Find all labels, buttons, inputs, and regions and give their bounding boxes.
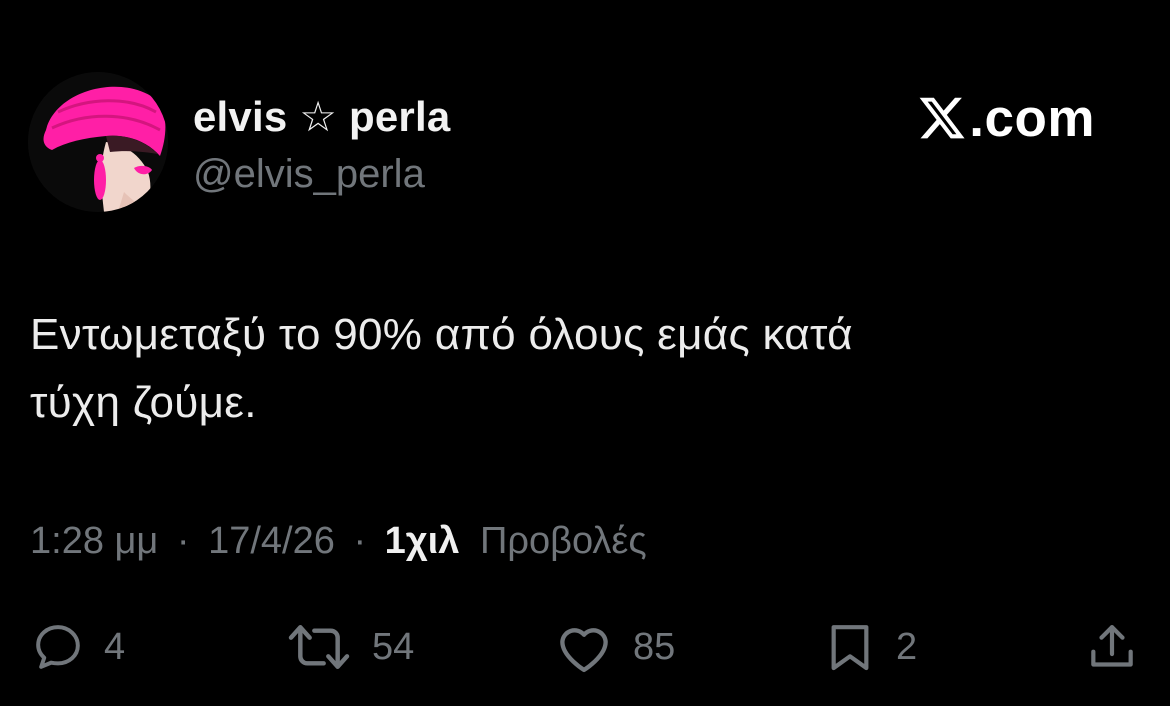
meta-separator: · — [176, 520, 190, 562]
meta-separator: · — [353, 520, 367, 562]
repost-icon — [288, 624, 350, 670]
tweet-text: Εντωμεταξύ το 90% από όλους εμάς κατά τύ… — [30, 301, 1090, 437]
reply-count: 4 — [104, 625, 126, 668]
reply-button[interactable]: 4 — [30, 612, 125, 682]
action-bar: 4 54 85 2 — [0, 612, 1170, 682]
like-count: 85 — [633, 625, 676, 668]
share-button[interactable] — [1084, 612, 1140, 682]
repost-count: 54 — [372, 625, 415, 668]
reply-icon — [36, 625, 80, 669]
views-label: Προβολές — [479, 520, 647, 562]
author-display-name[interactable]: elvis ☆ perla — [193, 92, 450, 141]
share-icon — [1091, 625, 1133, 667]
like-button[interactable]: 85 — [553, 612, 675, 682]
views-count: 1χιλ — [384, 520, 460, 562]
author-handle[interactable]: @elvis_perla — [193, 152, 425, 197]
brand-label: .com — [969, 88, 1095, 148]
repost-button[interactable]: 54 — [284, 612, 414, 682]
bookmark-icon — [831, 625, 869, 671]
brand-mark: .com — [917, 88, 1095, 148]
tweet-date[interactable]: 17/4/26 — [208, 520, 335, 562]
woman-pink-hat-avatar-icon — [28, 72, 168, 212]
tweet-text-line: τύχη ζούμε. — [30, 378, 257, 427]
tweet-time[interactable]: 1:28 μμ — [30, 520, 158, 562]
bookmark-count: 2 — [896, 625, 918, 668]
tweet-text-line: Εντωμεταξύ το 90% από όλους εμάς κατά — [30, 310, 853, 359]
tweet-meta: 1:28 μμ · 17/4/26 · 1χιλ Προβολές — [30, 520, 647, 563]
heart-icon — [560, 628, 608, 673]
x-logo-icon — [919, 97, 965, 139]
bookmark-button[interactable]: 2 — [822, 612, 917, 682]
author-avatar[interactable] — [28, 72, 168, 212]
